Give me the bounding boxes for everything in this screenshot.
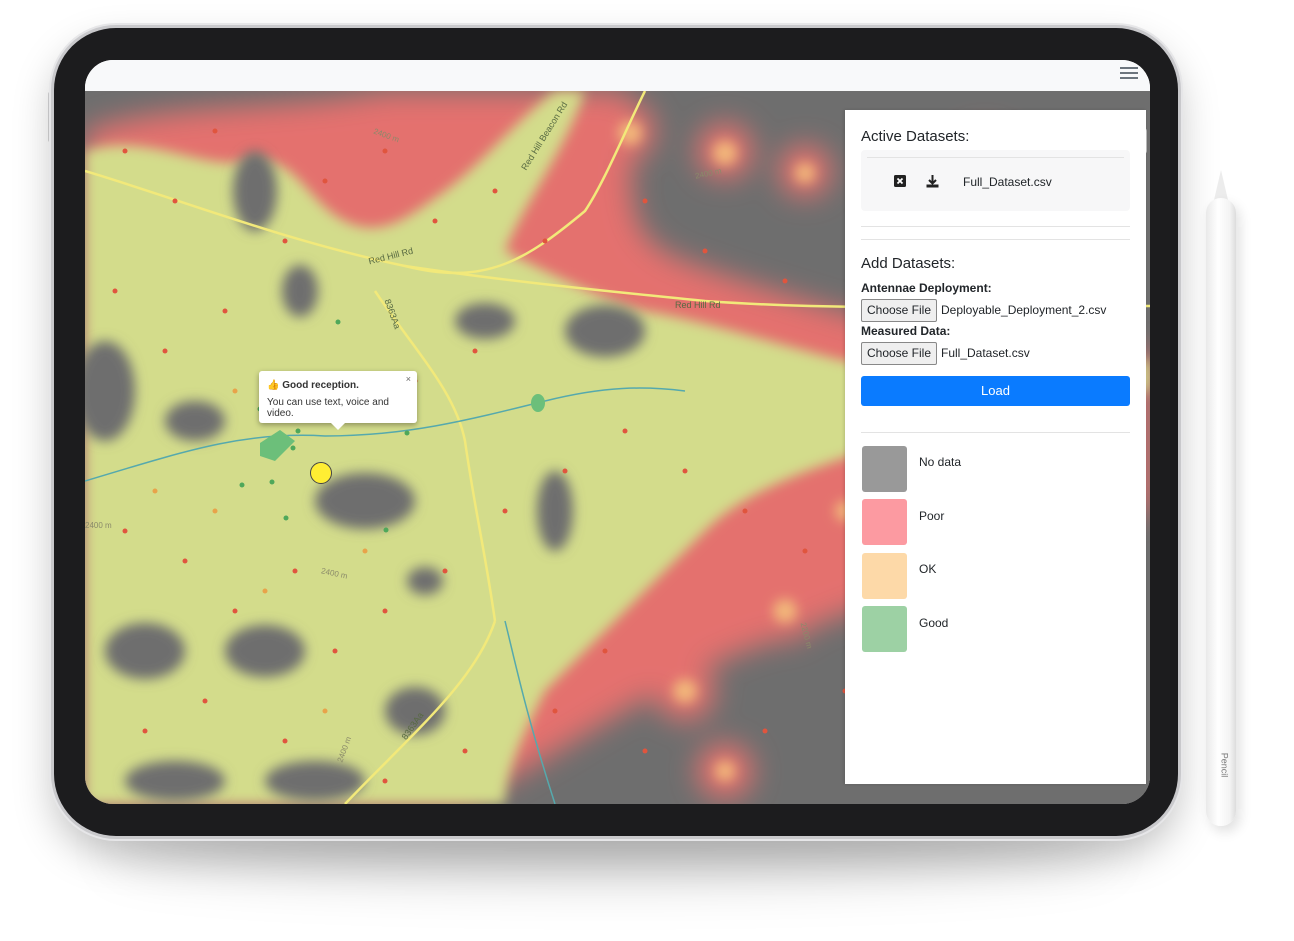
measured-choose-file-button[interactable]: Choose File (861, 342, 937, 365)
download-icon[interactable] (926, 175, 939, 191)
thumbs-up-icon: 👍 (267, 380, 280, 391)
navbar (85, 60, 1150, 92)
dataset-panel: Active Datasets: Full_Dataset.csv Add Da… (845, 110, 1146, 784)
legend-swatch-good (862, 606, 907, 652)
divider (861, 226, 1130, 227)
popup-title-text: Good reception. (282, 380, 359, 391)
active-dataset-item: Full_Dataset.csv (861, 150, 1130, 211)
load-button[interactable]: Load (861, 376, 1130, 406)
legend-label-good: Good (919, 616, 949, 630)
pencil-brand-text: Pencil (1219, 752, 1230, 778)
road-label: Red Hill Rd (675, 300, 721, 310)
side-button (48, 92, 53, 142)
power-button (232, 23, 244, 27)
antennae-label: Antennae Deployment: (861, 281, 992, 295)
legend-swatch-no-data (862, 446, 907, 492)
tablet-screen: Red Hill Rd Red Hill Rd Red Hill Beacon … (85, 60, 1150, 804)
legend-swatch-ok (862, 553, 907, 599)
legend-label-ok: OK (919, 562, 937, 576)
legend-label-poor: Poor (919, 509, 945, 523)
popup-body: You can use text, voice and video. (267, 397, 389, 419)
measured-file-name: Full_Dataset.csv (941, 346, 1030, 360)
reception-popup: × 👍 Good reception. You can use text, vo… (259, 371, 417, 430)
antennae-file-name: Deployable_Deployment_2.csv (941, 303, 1107, 317)
location-marker[interactable] (310, 462, 332, 484)
measured-label: Measured Data: (861, 324, 951, 338)
legend-label-no-data: No data (919, 455, 962, 469)
add-datasets-title: Add Datasets: (861, 255, 956, 272)
volume-button (190, 23, 228, 27)
active-dataset-name: Full_Dataset.csv (963, 175, 1052, 189)
contour-label: 2400 m (85, 521, 112, 530)
popup-title: 👍 Good reception. (267, 380, 359, 391)
stylus-pencil (1206, 198, 1236, 826)
pencil-tip (1214, 170, 1228, 200)
antennae-choose-file-button[interactable]: Choose File (861, 299, 937, 322)
divider (861, 432, 1130, 433)
legend-swatch-poor (862, 499, 907, 545)
popup-close-button[interactable]: × (406, 374, 411, 384)
active-datasets-title: Active Datasets: (861, 128, 970, 145)
volume-button (140, 23, 178, 27)
divider (861, 239, 1130, 240)
remove-dataset-icon[interactable] (894, 175, 906, 190)
menu-icon[interactable] (1120, 64, 1138, 82)
